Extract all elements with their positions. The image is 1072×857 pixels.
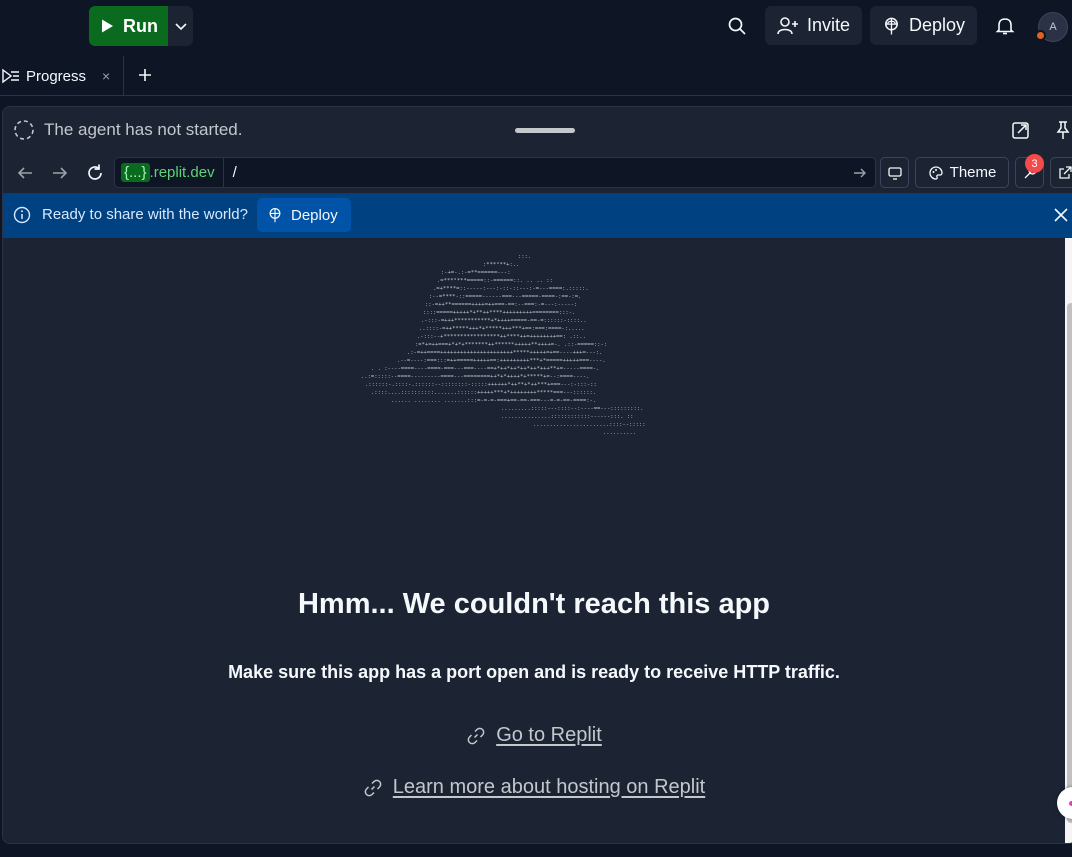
go-to-replit-link[interactable]: Go to Replit: [3, 724, 1065, 747]
svg-text:..........: ..........: [603, 430, 636, 436]
svg-text:..::::-=++*****+++*+*****+++**: ..::::-=++*****+++*+*****+++***+==:===:=…: [419, 326, 585, 332]
bottom-strip: [0, 848, 1072, 857]
url-go-button[interactable]: [845, 166, 875, 180]
info-icon: [13, 206, 31, 224]
add-tab-button[interactable]: [134, 64, 156, 86]
theme-button-label: Theme: [949, 164, 997, 181]
back-button[interactable]: [15, 163, 35, 183]
webview-content: :::. :***°**+:.. :-+=-.:-=**======---: .…: [3, 238, 1065, 843]
url-domain-suffix: .replit.dev: [149, 164, 215, 181]
browser-toolbar: {...} .replit.dev / Theme 3: [3, 153, 1072, 193]
arrow-left-icon: [17, 167, 32, 179]
tab-progress[interactable]: Progress ×: [0, 56, 124, 96]
agent-status-text: The agent has not started.: [44, 120, 243, 139]
url-bar[interactable]: {...} .replit.dev /: [114, 157, 876, 188]
svg-text::***°**+:..: :***°**+:..: [483, 262, 519, 268]
scrollbar[interactable]: [1065, 238, 1072, 843]
deploy-icon: [885, 17, 898, 35]
arrow-right-icon: [854, 168, 866, 177]
open-new-tab-button[interactable]: [1050, 157, 1072, 188]
plus-icon: [139, 69, 151, 81]
svg-text:.:-=++====++++++++++++++++++++: .:-=++====++++++++++++++++++++++*****+++…: [407, 350, 602, 356]
svg-text::::.: :::.: [518, 254, 531, 260]
invite-button-label: Invite: [806, 15, 850, 35]
svg-text:. . :----====----====-===---=: . . :----====----====-===---===----==+*+…: [371, 366, 599, 372]
search-button[interactable]: [722, 11, 752, 41]
play-icon: [102, 19, 113, 33]
agent-status: The agent has not started.: [13, 119, 242, 141]
avatar-status-badge: [1035, 30, 1046, 41]
svg-text:.::::::-.::::-.::::::--:::::::: .::::::-.::::-.::::::--::::::::-:::::+++…: [365, 382, 597, 388]
run-button-group: Run: [89, 6, 193, 46]
tab-progress-label: Progress: [26, 67, 87, 85]
banner-deploy-label: Deploy: [291, 206, 338, 224]
svg-text:...... ........ .......: ...... ........ .......:::=-=-=-===+==-=…: [391, 398, 596, 404]
svg-text:..:=:::::--====---------====--: ..:=:::::--====---------====---========+…: [361, 374, 589, 380]
bell-icon: [995, 18, 1015, 35]
expand-icon[interactable]: [1011, 120, 1031, 140]
url-domain-brace: {...}: [121, 163, 150, 182]
deploy-button-label: Deploy: [908, 15, 965, 35]
link-icon: [467, 727, 485, 744]
svg-text:.-:::--+*****************++***: .-:::--+*****************++****++=++++++…: [417, 334, 586, 340]
search-icon: [728, 17, 746, 35]
ascii-cloud-illustration: :::. :***°**+:.. :-+=-.:-=**======---: .…: [361, 254, 646, 436]
avatar-initial: A: [1049, 21, 1057, 33]
link-icon: [364, 779, 382, 796]
deploy-icon: [269, 207, 281, 223]
svg-text::--=****-::=====------===---==: :--=****-::=====------===---=====-====-:…: [429, 294, 581, 300]
external-link-icon: [1058, 165, 1072, 179]
close-tab-icon[interactable]: ×: [102, 68, 110, 84]
url-path-input[interactable]: /: [224, 164, 845, 181]
svg-text:...............::::::::::::---: ...............::::::::::::------:::. ::: [501, 414, 633, 420]
chevron-down-icon: [174, 23, 187, 31]
deploy-banner: Ready to share with the world? Deploy: [3, 193, 1072, 238]
pending-circle-icon: [14, 120, 34, 140]
svg-text:.=***°***=====::-======::. ..: .=***°***=====::-======::. .. .. ::: [437, 278, 553, 284]
top-bar: Run Invite Deploy A: [0, 0, 1072, 52]
arrow-right-icon: [53, 167, 68, 179]
run-button-label: Run: [123, 15, 158, 36]
banner-text: Ready to share with the world?: [42, 206, 248, 223]
palette-icon: [929, 165, 943, 180]
reload-icon: [88, 164, 102, 180]
progress-icon: [2, 68, 19, 84]
go-to-replit-label[interactable]: Go to Replit: [496, 724, 602, 747]
devtools-badge: 3: [1025, 154, 1044, 173]
tab-bar: Progress ×: [0, 56, 1072, 96]
reload-button[interactable]: [85, 163, 105, 183]
banner-deploy-button[interactable]: Deploy: [257, 198, 351, 232]
svg-text:.........:::::---::::--:----==: .........:::::---::::--:----==---:::::::…: [501, 406, 643, 412]
svg-text::-+=-.:-=**======---:: :-+=-.:-=**======---:: [441, 270, 511, 276]
webview-panel: The agent has not started. {...} .replit…: [2, 106, 1072, 844]
agent-status-bar: The agent has not started.: [3, 107, 1072, 153]
pin-icon[interactable]: [1053, 120, 1072, 140]
forward-button[interactable]: [50, 163, 70, 183]
close-icon[interactable]: [1053, 207, 1069, 223]
drag-handle[interactable]: [515, 128, 575, 133]
scrollbar-thumb[interactable]: [1067, 303, 1072, 823]
hosting-docs-link[interactable]: Learn more about hosting on Replit: [3, 776, 1065, 799]
run-button[interactable]: Run: [89, 6, 168, 46]
svg-text:.......................::::--:: .......................::::--:::::: [533, 422, 646, 428]
svg-text:.::::....::::::::::.......::::: .::::....::::::::::.......::::::+++++***…: [371, 390, 596, 396]
notifications-button[interactable]: [990, 11, 1020, 41]
svg-text:.--=----:===:::=++=====+++++==: .--=----:===:::=++=====+++++==:+++++++++…: [397, 358, 606, 364]
svg-text:::::=====+++++*+**++****++++++: ::::=====+++++*+**++****+++++++++=======…: [423, 310, 575, 316]
error-headline: Hmm... We couldn't reach this app: [297, 588, 771, 620]
add-user-icon: [777, 16, 798, 34]
svg-text:.=+****=::-----:---:-::-::---:: .=+****=::-----:---:-::-::---:-=---====:…: [433, 286, 589, 292]
url-domain: {...} .replit.dev: [115, 158, 224, 187]
hosting-docs-label[interactable]: Learn more about hosting on Replit: [393, 776, 705, 799]
theme-button[interactable]: Theme: [915, 157, 1009, 188]
svg-text::=*+=++===+*+*+*******++******: :=*+=++===+*+*+*******++******+++++**+++…: [415, 342, 607, 348]
device-preview-button[interactable]: [880, 157, 909, 188]
monitor-icon: [887, 166, 902, 180]
svg-text:::-=++**======++++=++===-==:--: ::-=++**======++++=++===-==:--===:-=---:…: [425, 302, 577, 308]
error-subline: Make sure this app has a port open and i…: [228, 662, 840, 682]
deploy-button[interactable]: Deploy: [870, 6, 977, 45]
svg-text:.-:::-=+++***********+*++++===: .-:::-=+++***********+*++++=====-==-=:::…: [421, 318, 587, 324]
run-options-button[interactable]: [168, 6, 193, 46]
invite-button[interactable]: Invite: [765, 6, 862, 45]
